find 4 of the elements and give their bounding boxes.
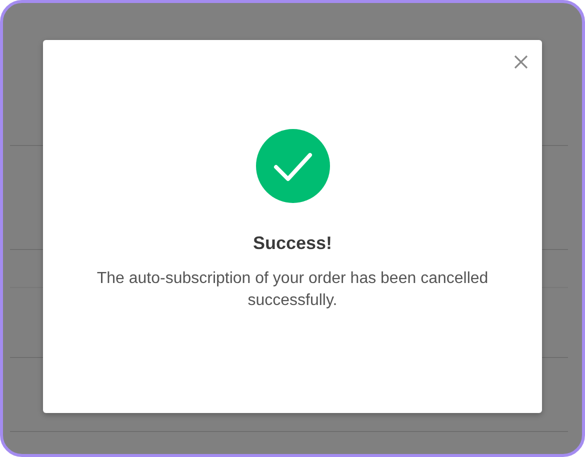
checkmark-icon bbox=[256, 129, 330, 203]
dialog-message: The auto-subscription of your order has been cancelled successfully. bbox=[96, 269, 490, 311]
close-icon[interactable] bbox=[514, 55, 528, 69]
dialog-title: Success! bbox=[252, 233, 332, 254]
